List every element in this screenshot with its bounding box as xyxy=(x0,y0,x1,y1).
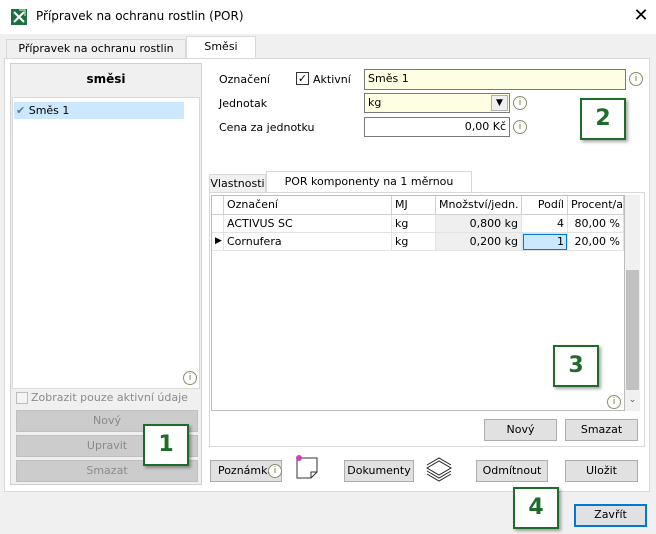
col-procent[interactable]: Procent/a xyxy=(568,196,624,215)
mixture-list[interactable] xyxy=(12,97,200,389)
cell-podil[interactable]: 4 xyxy=(522,215,568,233)
jednotka-label: Jednotak xyxy=(219,97,268,110)
cell-mnozstvi[interactable]: 0,200 kg xyxy=(436,233,522,251)
oznaceni-label: Označení xyxy=(219,73,270,86)
cell-mj[interactable]: kg xyxy=(392,233,436,251)
chevron-down-icon[interactable]: ▼ xyxy=(491,95,508,111)
jednotka-value: kg xyxy=(368,96,382,109)
close-button[interactable]: Zavřít xyxy=(574,504,647,527)
delete-component-button[interactable]: Smazat xyxy=(565,419,638,441)
reject-button[interactable]: Odmítnout xyxy=(476,460,548,482)
scrollbar-thumb[interactable] xyxy=(626,270,639,390)
list-header: směsi xyxy=(86,72,126,86)
cell-name[interactable]: Cornufera xyxy=(224,233,392,251)
documents-icon[interactable] xyxy=(424,452,454,482)
aktivni-label: Aktivní xyxy=(313,73,351,86)
oznaceni-input[interactable]: Směs 1 xyxy=(364,69,626,90)
note-icon[interactable] xyxy=(293,452,323,482)
col-oznaceni[interactable]: Označení xyxy=(224,196,392,215)
callout-2: 2 xyxy=(580,98,626,140)
info-icon[interactable]: i xyxy=(268,464,282,478)
callout-1: 1 xyxy=(143,424,189,466)
aktivni-checkbox[interactable]: ✓ xyxy=(296,72,309,85)
cell-mj[interactable]: kg xyxy=(392,215,436,233)
row-selector[interactable] xyxy=(212,215,224,233)
row-header-corner xyxy=(212,196,224,215)
col-mnozstvi[interactable]: Množství/jedn. xyxy=(436,196,522,215)
cell-name[interactable]: ACTIVUS SC xyxy=(224,215,392,233)
save-button[interactable]: Uložit xyxy=(565,460,638,482)
tab-vlastnosti[interactable]: Vlastnosti xyxy=(209,174,266,193)
add-component-button[interactable]: Nový xyxy=(484,419,557,441)
documents-button[interactable]: Dokumenty xyxy=(344,460,414,482)
cell-procent[interactable]: 80,00 % xyxy=(568,215,624,233)
row-pointer-icon[interactable]: ▶ xyxy=(212,233,224,251)
active-only-label: Zobrazit pouze aktivní údaje xyxy=(31,391,188,404)
info-icon[interactable]: i xyxy=(629,72,643,86)
cena-label: Cena za jednotku xyxy=(219,121,315,134)
info-icon[interactable]: i xyxy=(183,371,197,385)
cell-podil-editing[interactable]: 1 xyxy=(522,233,568,251)
close-icon[interactable]: ✕ xyxy=(630,5,652,27)
scroll-down-icon[interactable]: ⌄ xyxy=(626,393,639,407)
active-only-checkbox[interactable] xyxy=(16,392,28,404)
info-icon[interactable]: i xyxy=(513,96,527,110)
col-mj[interactable]: MJ xyxy=(392,196,436,215)
cell-procent[interactable]: 20,00 % xyxy=(568,233,624,251)
callout-4: 4 xyxy=(513,487,559,529)
list-item[interactable]: ✔ Směs 1 xyxy=(14,102,184,119)
list-item-label: Směs 1 xyxy=(28,104,70,117)
tab-smesi[interactable]: Směsi xyxy=(186,36,256,60)
tab-pripravek[interactable]: Přípravek na ochranu rostlin (POR) xyxy=(6,39,186,73)
tab-por-komponenty[interactable]: POR komponenty na 1 měrnou jednotku xyxy=(266,171,472,208)
jednotka-select[interactable]: kg xyxy=(364,93,510,113)
cell-mnozstvi[interactable]: 0,800 kg xyxy=(436,215,522,233)
callout-3: 3 xyxy=(553,345,599,387)
window-title: Přípravek na ochranu rostlin (POR) xyxy=(36,9,244,23)
info-icon[interactable]: i xyxy=(607,395,621,409)
app-icon xyxy=(10,8,28,26)
cena-input[interactable]: 0,00 Kč xyxy=(364,117,510,137)
check-icon: ✔ xyxy=(16,104,26,117)
info-icon[interactable]: i xyxy=(513,120,527,134)
col-podil[interactable]: Podíl xyxy=(522,196,568,215)
